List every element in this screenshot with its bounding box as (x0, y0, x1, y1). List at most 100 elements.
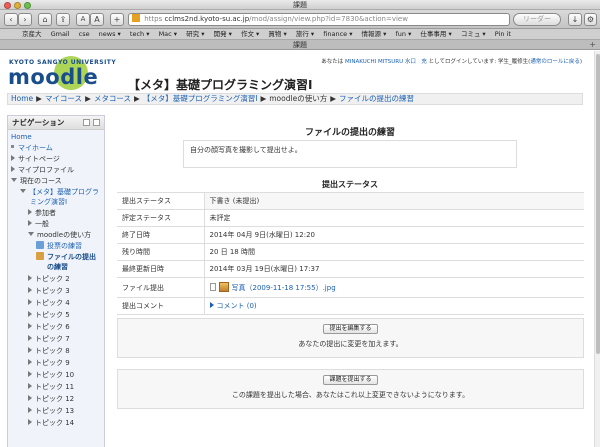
home-button[interactable]: ⌂ (38, 13, 52, 26)
nav-topic[interactable]: トピック 12 (28, 394, 74, 405)
bookmark-item[interactable]: Pin it (495, 30, 511, 38)
nav-topic[interactable]: トピック 4 (28, 298, 70, 309)
table-row: 提出コメント コメント (0) (117, 297, 584, 315)
breadcrumb-section[interactable]: moodleの使い方 (269, 94, 327, 103)
nav-topic[interactable]: トピック 2 (28, 274, 70, 285)
bookmark-item[interactable]: Mac ▾ (159, 30, 178, 38)
nav-general[interactable]: 一般 (28, 219, 49, 230)
nav-topic[interactable]: トピック 3 (28, 286, 70, 297)
nav-topic[interactable]: トピック 10 (28, 370, 74, 381)
forward-button[interactable]: › (18, 13, 32, 26)
bookmark-item[interactable]: 買物 ▾ (268, 30, 286, 38)
login-user-link[interactable]: MINAKUCHI MITSURU 水口 充 (345, 59, 427, 65)
expand-icon (28, 323, 32, 329)
address-bar[interactable]: https cclms2nd.kyoto-su.ac.jp/mod/assign… (128, 13, 510, 26)
edit-submission-button[interactable]: 提出を編集する (323, 324, 378, 334)
submitted-file-link[interactable]: 写真（2009-11-18 17:55）.jpg (232, 284, 336, 292)
bookmark-item[interactable]: コミュ ▾ (461, 30, 486, 38)
expand-icon (28, 287, 32, 293)
settings-button[interactable]: ⚙ (584, 13, 597, 26)
nav-topic[interactable]: トピック 8 (28, 346, 70, 357)
breadcrumb-course[interactable]: 【メタ】基礎プログラミング演習I (143, 94, 258, 103)
breadcrumb-separator-icon: ▶ (36, 94, 42, 103)
font-smaller-button[interactable]: A (76, 13, 90, 26)
nav-topic-label: トピック 13 (35, 407, 75, 415)
breadcrumb-metacourse[interactable]: メタコース (94, 94, 131, 103)
nav-participants[interactable]: 参加者 (28, 208, 56, 219)
share-button[interactable]: ⇪ (56, 13, 70, 26)
block-hide-icon[interactable] (83, 119, 90, 126)
nav-myhome[interactable]: マイホーム (11, 143, 53, 154)
bookmark-item[interactable]: 作文 ▾ (241, 30, 259, 38)
bookmark-item[interactable]: finance ▾ (323, 30, 352, 38)
nav-topic-label: トピック 9 (35, 359, 70, 367)
reader-button[interactable]: リーダー (513, 13, 561, 26)
submit-assignment-button[interactable]: 課題を提出する (323, 375, 378, 385)
collapse-icon (28, 232, 34, 236)
breadcrumb-mycourses[interactable]: マイコース (45, 94, 82, 103)
tab-bar: 課題 + (0, 40, 600, 50)
nav-current-course[interactable]: 現在のコース (11, 176, 62, 187)
submission-status-heading: 提出ステータス (322, 180, 378, 189)
expand-icon (28, 311, 32, 317)
expand-icon (28, 220, 32, 226)
url-host: cclms2nd.kyoto-su.ac.jp (164, 15, 250, 23)
nav-participants-label: 参加者 (35, 209, 56, 217)
nav-file-practice-cont[interactable]: の練習 (47, 262, 68, 273)
comments-link[interactable]: コメント (0) (217, 302, 257, 310)
nav-home-label: Home (11, 133, 32, 141)
file-submissions-cell: 写真（2009-11-18 17:55）.jpg (203, 277, 584, 298)
bookmark-item[interactable]: cse (79, 30, 90, 38)
nav-sitepages-label: サイトページ (18, 155, 60, 163)
nav-course-cont[interactable]: ミング演習I (30, 197, 67, 208)
nav-general-label: 一般 (35, 220, 49, 228)
return-role-link[interactable]: 通常のロールに戻る (530, 59, 580, 65)
bookmark-item[interactable]: tech ▾ (130, 30, 150, 38)
table-row: 提出ステータス 下書き (未提出) (117, 192, 584, 210)
bookmark-item[interactable]: fun ▾ (395, 30, 411, 38)
bookmark-item[interactable]: 仕事事用 ▾ (420, 30, 451, 38)
breadcrumb-current[interactable]: ファイルの提出の練習 (339, 94, 414, 103)
new-tab-button[interactable]: + (589, 40, 596, 50)
bookmark-item[interactable]: 情報源 ▾ (362, 30, 387, 38)
row-label: ファイル提出 (117, 277, 204, 298)
nav-topic-label: トピック 3 (35, 287, 70, 295)
font-larger-button[interactable]: A (90, 13, 104, 26)
bookmark-item[interactable]: 開発 ▾ (214, 30, 232, 38)
nav-topic[interactable]: トピック 7 (28, 334, 70, 345)
nav-topic[interactable]: トピック 9 (28, 358, 70, 369)
collapse-icon (11, 178, 17, 182)
back-button[interactable]: ‹ (4, 13, 18, 26)
nav-myprofile[interactable]: マイプロファイル (11, 165, 74, 176)
nav-topic[interactable]: トピック 13 (28, 406, 74, 417)
bookmark-item[interactable]: 旅行 ▾ (296, 30, 314, 38)
nav-sitepages[interactable]: サイトページ (11, 154, 60, 165)
table-row: ファイル提出 写真（2009-11-18 17:55）.jpg (117, 277, 584, 298)
nav-home[interactable]: Home (11, 132, 32, 143)
image-file-icon (218, 282, 229, 292)
block-dock-icon[interactable] (93, 119, 100, 126)
page-scrollbar[interactable] (594, 51, 600, 447)
nav-course-label-1: 【メタ】基礎プログラ (29, 188, 99, 196)
nav-howto[interactable]: moodleの使い方 (28, 230, 91, 241)
moodle-logo[interactable]: KYOTO SANGYO UNIVERSITY moodle (7, 56, 116, 96)
nav-vote[interactable]: 投票の練習 (36, 241, 82, 252)
bookmark-item[interactable]: news ▾ (99, 30, 121, 38)
nav-topic[interactable]: トピック 11 (28, 382, 74, 393)
breadcrumb-home[interactable]: Home (11, 94, 33, 103)
tab-current[interactable]: 課題 (293, 41, 307, 49)
expand-icon (28, 383, 32, 389)
bookmark-item[interactable]: 京産大 (22, 30, 42, 38)
download-button[interactable]: ↓ (568, 13, 582, 26)
scrollbar-thumb[interactable] (596, 54, 600, 354)
nav-topic[interactable]: トピック 6 (28, 322, 70, 333)
login-prefix: あなたは (321, 59, 345, 65)
bookmark-item[interactable]: 研究 ▾ (186, 30, 204, 38)
table-row: 最終更新日時 2014年 03月 19日(水曜日) 17:37 (117, 260, 584, 278)
navigation-header: ナビゲーション (8, 116, 104, 130)
nav-vote-label: 投票の練習 (47, 242, 82, 250)
nav-topic[interactable]: トピック 5 (28, 310, 70, 321)
add-bookmark-button[interactable]: + (110, 13, 124, 26)
bookmark-item[interactable]: Gmail (51, 30, 70, 38)
nav-topic[interactable]: トピック 14 (28, 418, 74, 429)
